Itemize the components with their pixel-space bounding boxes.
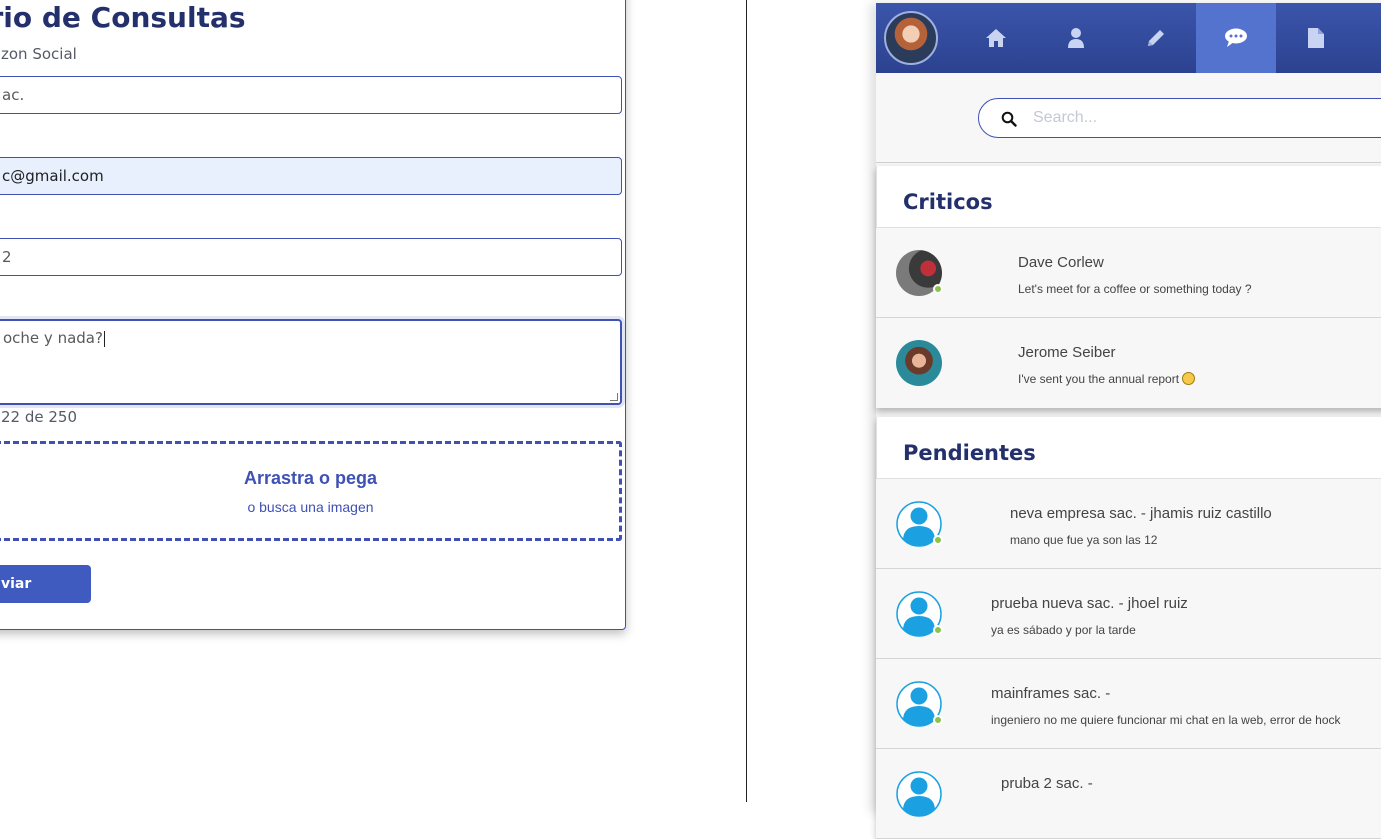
section-pendientes: Pendientes neva empresa sac. - jhamis ru… <box>876 417 1381 839</box>
search-area: Search... <box>876 73 1381 163</box>
character-counter: 22 de 250 <box>1 408 78 426</box>
section-criticos: Criticos Dave Corlew Let's meet for a co… <box>876 166 1381 408</box>
phone-value: 2 <box>2 248 12 266</box>
chat-bubble-icon <box>1225 28 1247 47</box>
contact-name: Dave Corlew <box>1018 254 1104 271</box>
online-status-dot <box>933 535 943 545</box>
contact-name: Jerome Seiber <box>1018 344 1116 361</box>
form-title: lario de Consultas <box>0 1 246 34</box>
chat-list-item[interactable]: prueba nueva sac. - jhoel ruiz ya es sáb… <box>876 569 1381 659</box>
nav-documents[interactable] <box>1276 3 1356 73</box>
default-user-icon <box>896 771 942 817</box>
pencil-icon <box>1148 30 1164 46</box>
document-icon <box>1308 28 1324 48</box>
contact-name: mainframes sac. - <box>991 685 1111 702</box>
last-message: ya es sábado y por la tarde <box>991 623 1136 637</box>
chat-list-item[interactable]: Dave Corlew Let's meet for a coffee or s… <box>876 228 1381 318</box>
consultation-form: lario de Consultas zon Social ac. c@gmai… <box>0 0 626 630</box>
image-dropzone[interactable]: Arrastra o pega o busca una imagen <box>0 441 622 541</box>
window-divider <box>746 0 747 802</box>
message-value: oche y nada? <box>3 329 103 347</box>
online-status-dot <box>933 625 943 635</box>
razon-social-input[interactable]: ac. <box>0 76 622 114</box>
nav-profile[interactable] <box>1036 3 1116 73</box>
online-status-dot <box>933 284 943 294</box>
send-button[interactable]: viar <box>0 565 91 603</box>
last-message: mano que fue ya son las 12 <box>1010 533 1158 547</box>
default-user-icon <box>896 591 943 637</box>
last-message: ingeniero no me quiere funcionar mi chat… <box>991 713 1341 727</box>
chat-list-item[interactable]: Jerome Seiber I've sent you the annual r… <box>876 318 1381 408</box>
user-icon <box>1068 28 1084 48</box>
section-title: Criticos <box>903 190 993 214</box>
email-value: c@gmail.com <box>2 167 104 185</box>
avatar <box>896 340 942 386</box>
phone-field[interactable]: 2 <box>0 238 622 276</box>
search-placeholder: Search... <box>1033 109 1098 126</box>
chat-list-item[interactable]: pruba 2 sac. - <box>876 749 1381 839</box>
search-input[interactable]: Search... <box>978 98 1381 138</box>
contact-name: pruba 2 sac. - <box>1001 775 1093 792</box>
nav-edit[interactable] <box>1116 3 1196 73</box>
last-message: I've sent you the annual report <box>1018 372 1196 386</box>
message-text: I've sent you the annual report <box>1018 372 1180 386</box>
nav-home[interactable] <box>956 3 1036 73</box>
section-header: Criticos <box>876 166 1381 228</box>
section-header: Pendientes <box>876 417 1381 479</box>
razon-social-value: ac. <box>2 86 25 104</box>
razon-social-label: zon Social <box>1 45 77 63</box>
contact-name: neva empresa sac. - jhamis ruiz castillo <box>1010 505 1272 522</box>
default-user-icon <box>896 501 943 547</box>
home-icon <box>986 29 1006 47</box>
dropzone-title: Arrastra o pega <box>243 468 378 488</box>
chat-list-item[interactable]: neva empresa sac. - jhamis ruiz castillo… <box>876 479 1381 569</box>
section-title: Pendientes <box>903 441 1036 465</box>
resize-handle[interactable] <box>610 393 618 401</box>
avatar <box>896 250 943 296</box>
chat-topbar <box>876 3 1381 73</box>
dropzone-browse-link[interactable]: o busca una imagen <box>0 499 619 515</box>
nav-chat[interactable] <box>1196 3 1276 73</box>
default-user-icon <box>896 681 943 727</box>
contact-name: prueba nueva sac. - jhoel ruiz <box>991 595 1188 612</box>
message-textarea[interactable]: oche y nada? <box>0 319 622 405</box>
smile-emoji-icon <box>1182 372 1196 385</box>
search-icon <box>1001 111 1017 127</box>
chat-list-item[interactable]: mainframes sac. - ingeniero no me quiere… <box>876 659 1381 749</box>
online-status-dot <box>933 715 943 725</box>
current-user-avatar[interactable] <box>884 11 938 65</box>
last-message: Let's meet for a coffee or something tod… <box>1018 282 1252 296</box>
chat-panel: Search... Criticos Dave Corlew Let's mee… <box>876 3 1381 839</box>
email-field[interactable]: c@gmail.com <box>0 157 622 195</box>
text-caret <box>103 330 105 347</box>
